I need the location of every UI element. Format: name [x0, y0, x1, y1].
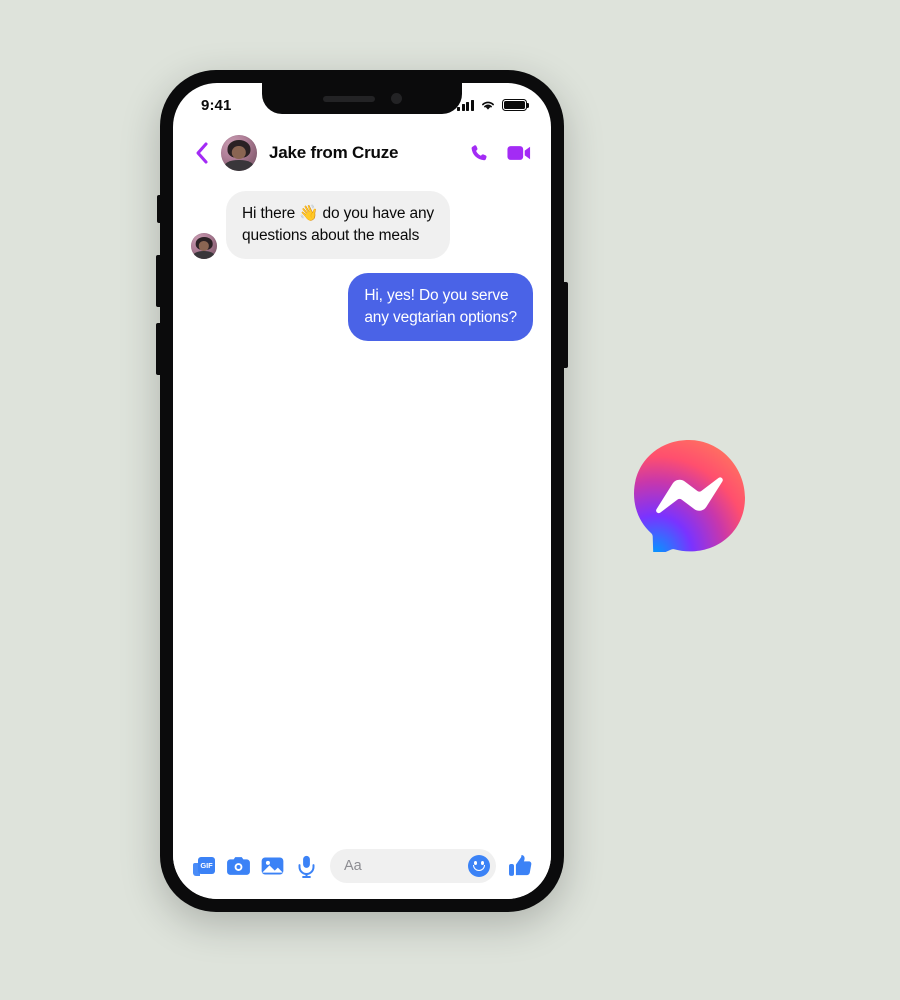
microphone-icon	[298, 855, 314, 878]
wifi-icon	[482, 101, 494, 110]
volume-up-button[interactable]	[156, 255, 161, 307]
like-button[interactable]	[503, 849, 537, 883]
back-button[interactable]	[189, 138, 215, 168]
camera-icon	[226, 857, 250, 875]
silent-switch[interactable]	[157, 195, 161, 223]
front-camera-icon	[390, 93, 402, 104]
message-composer: GIF Aa	[173, 837, 551, 899]
voice-call-button[interactable]	[469, 143, 489, 163]
screen-root: 9:41 Jake from Cruze Hi there 👋 do you h…	[0, 0, 900, 1000]
phone-device: 9:41 Jake from Cruze Hi there 👋 do you h…	[156, 70, 568, 912]
chat-title: Jake from Cruze	[269, 143, 399, 162]
video-camera-icon	[507, 146, 531, 160]
chevron-left-icon	[196, 142, 208, 164]
status-clock: 9:41	[201, 96, 232, 114]
battery-icon	[502, 99, 530, 111]
thumbs-up-icon	[508, 855, 531, 876]
volume-down-button[interactable]	[156, 323, 161, 375]
message-sender-avatar	[191, 233, 217, 259]
power-button[interactable]	[563, 282, 568, 368]
message-bubble-outgoing[interactable]: Hi, yes! Do you serve any vegtarian opti…	[348, 273, 533, 341]
message-row-outgoing: Hi, yes! Do you serve any vegtarian opti…	[191, 273, 533, 341]
message-input[interactable]: Aa	[330, 849, 496, 883]
message-input-placeholder: Aa	[344, 858, 362, 874]
message-bubble-incoming[interactable]: Hi there 👋 do you have any questions abo…	[226, 191, 451, 259]
video-call-button[interactable]	[507, 144, 531, 162]
chat-header: Jake from Cruze	[173, 127, 551, 179]
messenger-logo	[632, 438, 746, 556]
phone-icon	[471, 145, 487, 161]
emoji-picker-button[interactable]	[468, 855, 490, 877]
messenger-logo-icon	[634, 440, 745, 556]
voice-message-button[interactable]	[289, 849, 323, 883]
gif-button[interactable]: GIF	[187, 849, 221, 883]
gif-label: GIF	[200, 860, 213, 870]
phone-screen: 9:41 Jake from Cruze Hi there 👋 do you h…	[173, 83, 551, 899]
gif-icon: GIF	[193, 856, 215, 876]
device-notch	[262, 83, 462, 114]
camera-button[interactable]	[221, 849, 255, 883]
header-actions	[469, 143, 531, 163]
earpiece-speaker-icon	[322, 95, 375, 102]
message-row-incoming: Hi there 👋 do you have any questions abo…	[191, 191, 533, 259]
contact-avatar[interactable]	[221, 135, 257, 171]
photo-icon	[261, 857, 283, 875]
gallery-button[interactable]	[255, 849, 289, 883]
status-icons	[457, 99, 530, 111]
message-list: Hi there 👋 do you have any questions abo…	[173, 179, 551, 837]
